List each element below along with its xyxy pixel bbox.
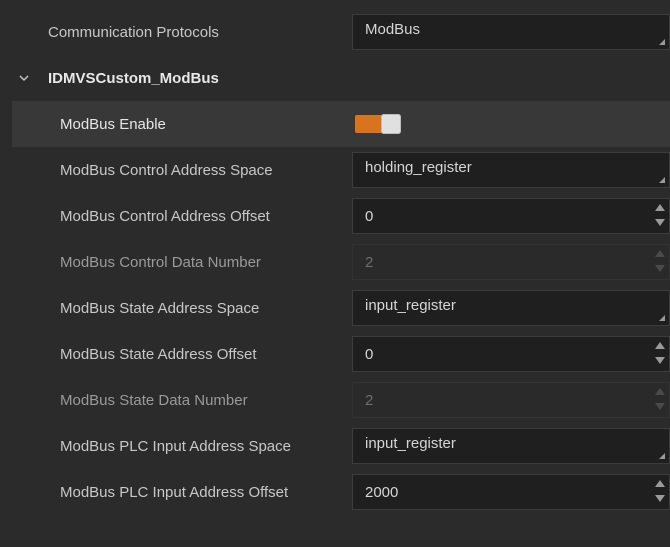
communication-protocols-select[interactable]: ModBus — [352, 14, 670, 50]
dropdown-corner-icon — [659, 39, 665, 45]
plc-input-address-space-value: input_register — [365, 435, 456, 452]
row-state-data-number: ModBus State Data Number 2 — [12, 377, 670, 423]
row-plc-input-address-space: ModBus PLC Input Address Space input_reg… — [12, 423, 670, 469]
control-address-offset-spinbox[interactable]: 0 — [352, 198, 670, 234]
row-modbus-enable: ModBus Enable — [12, 101, 670, 147]
spin-arrows-icon[interactable] — [655, 340, 665, 368]
control-address-offset-value: 0 — [365, 207, 374, 225]
spin-arrows-icon[interactable] — [655, 478, 665, 506]
row-communication-protocols: Communication Protocols ModBus — [12, 9, 670, 55]
control-data-number-label: ModBus Control Data Number — [60, 253, 261, 271]
spin-arrows-icon[interactable] — [655, 202, 665, 230]
dropdown-corner-icon — [659, 177, 665, 183]
spin-arrows-icon — [655, 386, 665, 414]
control-data-number-value: 2 — [365, 253, 374, 271]
control-address-space-select[interactable]: holding_register — [352, 152, 670, 188]
toggle-knob — [381, 114, 401, 134]
row-control-address-space: ModBus Control Address Space holding_reg… — [12, 147, 670, 193]
group-idmvscustom-modbus[interactable]: IDMVSCustom_ModBus — [12, 55, 670, 101]
group-label: IDMVSCustom_ModBus — [48, 69, 219, 87]
property-panel: Communication Protocols ModBus IDMVSCust… — [0, 0, 670, 547]
state-address-offset-spinbox[interactable]: 0 — [352, 336, 670, 372]
control-address-space-value: holding_register — [365, 159, 472, 176]
state-address-space-value: input_register — [365, 297, 456, 314]
state-data-number-spinbox: 2 — [352, 382, 670, 418]
row-state-address-space: ModBus State Address Space input_registe… — [12, 285, 670, 331]
plc-input-address-offset-label: ModBus PLC Input Address Offset — [60, 483, 289, 501]
communication-protocols-label: Communication Protocols — [48, 23, 219, 41]
plc-input-address-space-select[interactable]: input_register — [352, 428, 670, 464]
chevron-down-icon[interactable] — [18, 72, 30, 84]
control-address-offset-label: ModBus Control Address Offset — [60, 207, 270, 225]
row-state-address-offset: ModBus State Address Offset 0 — [12, 331, 670, 377]
state-address-offset-label: ModBus State Address Offset — [60, 345, 257, 363]
row-control-data-number: ModBus Control Data Number 2 — [12, 239, 670, 285]
control-address-space-label: ModBus Control Address Space — [60, 161, 273, 179]
control-data-number-spinbox: 2 — [352, 244, 670, 280]
row-plc-input-address-offset: ModBus PLC Input Address Offset 2000 — [12, 469, 670, 515]
state-data-number-value: 2 — [365, 391, 374, 409]
plc-input-address-space-label: ModBus PLC Input Address Space — [60, 437, 291, 455]
state-address-space-select[interactable]: input_register — [352, 290, 670, 326]
dropdown-corner-icon — [659, 453, 665, 459]
plc-input-address-offset-spinbox[interactable]: 2000 — [352, 474, 670, 510]
state-data-number-label: ModBus State Data Number — [60, 391, 248, 409]
state-address-space-label: ModBus State Address Space — [60, 299, 260, 317]
communication-protocols-value: ModBus — [365, 21, 421, 38]
modbus-enable-label: ModBus Enable — [60, 115, 166, 133]
row-control-address-offset: ModBus Control Address Offset 0 — [12, 193, 670, 239]
modbus-enable-toggle[interactable] — [355, 114, 403, 134]
state-address-offset-value: 0 — [365, 345, 374, 363]
plc-input-address-offset-value: 2000 — [365, 483, 399, 501]
spin-arrows-icon — [655, 248, 665, 276]
dropdown-corner-icon — [659, 315, 665, 321]
